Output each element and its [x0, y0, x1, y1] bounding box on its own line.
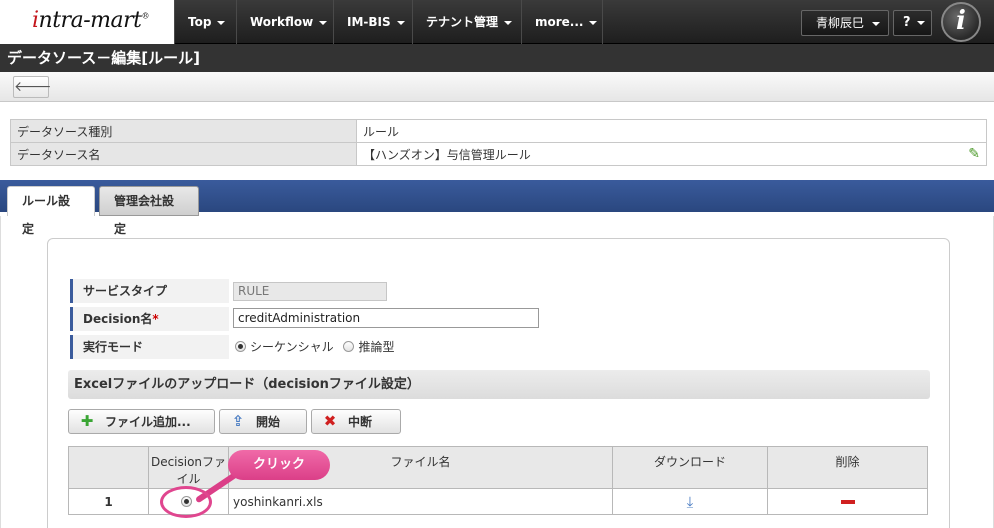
required-mark: *	[152, 312, 159, 326]
arrow-left-icon: 🡐	[14, 79, 52, 95]
download-icon[interactable]: ⤓	[612, 488, 768, 515]
mode-sequential-option[interactable]: シーケンシャル	[235, 340, 334, 354]
chevron-down-icon	[504, 20, 513, 25]
highlight-ring	[160, 486, 212, 518]
radio-icon[interactable]	[343, 341, 355, 352]
chevron-down-icon	[872, 21, 881, 26]
upload-section-header: Excelファイルのアップロード（decisionファイル設定）	[68, 370, 930, 399]
page-title: データソース－編集[ルール]	[0, 44, 994, 72]
cancel-x-icon: ✖	[323, 412, 337, 430]
exec-mode-label: 実行モード	[70, 335, 226, 359]
stop-upload-button[interactable]: ✖ 中断	[311, 409, 401, 434]
tab-rule-settings[interactable]: ルール設定	[7, 186, 95, 236]
name-value-cell: 【ハンズオン】与信管理ルール ✎	[356, 142, 987, 166]
col-decision-file: Decisionファイル	[148, 446, 229, 489]
file-name-cell: yoshinkanri.xls	[228, 488, 613, 515]
help-menu-button[interactable]: ?	[893, 10, 932, 36]
datasource-info-table: データソース種別 ルール データソース名 【ハンズオン】与信管理ルール ✎	[10, 119, 987, 166]
intra-mart-logo[interactable]: intra-mart®	[0, 0, 175, 44]
top-navbar: intra-mart® Top Workflow IM-BIS テナント管理 m…	[0, 0, 994, 44]
name-value: 【ハンズオン】与信管理ルール	[363, 147, 531, 162]
plus-icon: ✚	[80, 412, 94, 430]
table-header-row: Decisionファイル ファイル名 ダウンロード 削除	[68, 446, 928, 489]
toolbar: 🡐	[0, 72, 994, 102]
row-decision-name: Decision名* creditAdministration	[70, 307, 926, 331]
service-type-field: RULE	[233, 282, 387, 301]
row-number: 1	[68, 488, 149, 515]
exec-mode-cell: シーケンシャル 推論型	[229, 335, 926, 359]
name-label: データソース名	[10, 142, 357, 166]
click-callout: クリック	[228, 450, 330, 480]
col-download: ダウンロード	[612, 446, 768, 489]
tab-bar: ルール設定 管理会社設定	[0, 180, 994, 236]
chevron-down-icon	[319, 20, 328, 25]
chevron-down-icon	[589, 20, 598, 25]
decision-name-input[interactable]: creditAdministration	[233, 308, 539, 328]
tab-company-settings[interactable]: 管理会社設定	[99, 186, 199, 236]
decision-name-label: Decision名*	[70, 307, 226, 331]
start-upload-button[interactable]: ⇪ 開始	[219, 409, 307, 434]
logo-text: intra-mart®	[32, 8, 149, 33]
row-exec-mode: 実行モード シーケンシャル 推論型	[70, 335, 926, 359]
add-file-button[interactable]: ✚ ファイル追加...	[68, 409, 215, 434]
service-type-cell: RULE	[229, 279, 926, 303]
col-no	[68, 446, 149, 489]
nav-top[interactable]: Top	[174, 0, 234, 44]
nav-im-bis[interactable]: IM-BIS	[333, 0, 411, 44]
type-value: ルール	[356, 119, 987, 143]
back-button[interactable]: 🡐	[13, 76, 52, 98]
pencil-edit-icon[interactable]: ✎	[968, 146, 980, 162]
upload-icon: ⇪	[231, 412, 245, 430]
mode-inference-option[interactable]: 推論型	[343, 340, 395, 354]
nav-tenant[interactable]: テナント管理	[412, 0, 520, 44]
chevron-down-icon	[217, 20, 226, 25]
row-service-type: サービスタイプ RULE	[70, 279, 926, 303]
nav-more[interactable]: more...	[521, 0, 603, 44]
nav-workflow[interactable]: Workflow	[236, 0, 332, 44]
delete-minus-icon[interactable]	[840, 500, 855, 504]
chevron-down-icon	[916, 20, 925, 25]
type-label: データソース種別	[10, 119, 357, 143]
user-menu-button[interactable]: 青柳辰巳	[801, 10, 889, 36]
delete-cell	[767, 488, 928, 515]
radio-selected-icon[interactable]	[235, 341, 246, 352]
service-type-label: サービスタイプ	[70, 279, 226, 303]
chevron-down-icon	[396, 20, 405, 25]
col-delete: 削除	[767, 446, 928, 489]
i-logo-icon: i	[941, 2, 981, 42]
decision-name-cell: creditAdministration	[229, 307, 926, 331]
